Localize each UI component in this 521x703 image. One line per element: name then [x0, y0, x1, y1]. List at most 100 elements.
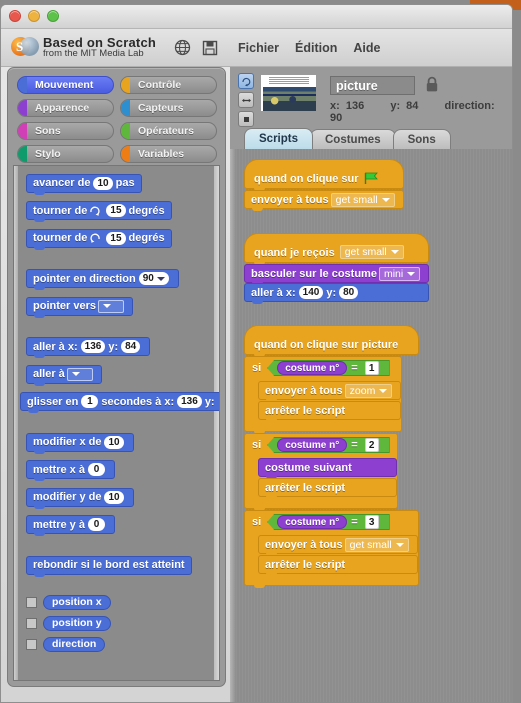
palette-block-aller-a[interactable]: aller à: [26, 364, 102, 386]
tab-scripts[interactable]: Scripts: [244, 128, 313, 149]
script-stack-when-receive-get-small[interactable]: quand je reçois get small basculer sur l…: [244, 233, 430, 304]
block-stop-script[interactable]: arrêter le script: [258, 555, 418, 576]
reporter-costume-number[interactable]: costume n°: [277, 515, 348, 529]
aller-a-dropdown[interactable]: [66, 367, 93, 381]
menu-edition[interactable]: Édition: [295, 41, 337, 55]
block-switch-to-costume[interactable]: basculer sur le costume mini: [244, 264, 430, 285]
save-disk-icon[interactable]: [198, 36, 222, 60]
rotation-style-buttons: [238, 73, 254, 127]
minimize-button[interactable]: [28, 10, 40, 22]
sprite-name-field[interactable]: picture: [330, 76, 415, 95]
block-next-costume[interactable]: costume suivant: [258, 458, 397, 479]
scripts-canvas[interactable]: quand on clique sur envoyer à tous get s…: [230, 149, 512, 702]
category-mouvement[interactable]: Mouvement: [17, 76, 114, 94]
block-text: quand on clique sur picture: [254, 339, 399, 351]
left-right-flip-icon[interactable]: [238, 92, 254, 108]
palette-block-modifier-x[interactable]: modifier x de 10: [26, 432, 134, 454]
reporter-position-y[interactable]: position y: [43, 615, 111, 631]
change-x-input[interactable]: 10: [104, 435, 124, 449]
category-controle[interactable]: Contrôle: [120, 76, 217, 94]
hat-when-sprite-clicked[interactable]: quand on clique sur picture: [244, 325, 419, 357]
goto-y-input[interactable]: 80: [339, 286, 359, 299]
rotate-all-around-icon[interactable]: [238, 73, 254, 89]
no-rotation-icon[interactable]: [238, 111, 254, 127]
glide-x-input[interactable]: 136: [177, 395, 202, 408]
turn-cw-value-input[interactable]: 15: [106, 204, 126, 217]
menu-aide[interactable]: Aide: [353, 41, 380, 55]
sprite-thumbnail[interactable]: [260, 74, 317, 112]
broadcast-dropdown[interactable]: zoom: [344, 383, 393, 398]
block-if-costume-1[interactable]: si costume n° = 1 envoyer à tous zoom ar…: [244, 356, 403, 434]
watcher-checkbox[interactable]: [26, 596, 37, 608]
reporter-costume-number[interactable]: costume n°: [277, 361, 348, 375]
palette-block-mettre-x[interactable]: mettre x à 0: [26, 460, 115, 481]
palette-block-glisser[interactable]: glisser en 1 secondes à x: 136 y:: [20, 392, 219, 413]
block-broadcast-get-small[interactable]: envoyer à tous get small: [244, 190, 404, 211]
equals-operator[interactable]: costume n° = 2: [267, 437, 390, 453]
watcher-checkbox[interactable]: [26, 638, 37, 650]
close-button[interactable]: [9, 10, 21, 22]
block-if-costume-3[interactable]: si costume n° = 3 envoyer à tous get sma…: [244, 510, 419, 588]
broadcast-dropdown[interactable]: get small: [330, 192, 395, 207]
tab-sons[interactable]: Sons: [392, 129, 451, 149]
category-swatch: [121, 77, 130, 93]
pointer-vers-dropdown[interactable]: [97, 299, 124, 313]
equals-operator[interactable]: costume n° = 3: [267, 514, 390, 530]
script-stack-green-flag[interactable]: quand on clique sur envoyer à tous get s…: [244, 159, 404, 211]
hat-when-i-receive-get-small[interactable]: quand je reçois get small: [244, 233, 430, 265]
reporter-costume-number[interactable]: costume n°: [277, 438, 348, 452]
goto-x-input[interactable]: 136: [80, 340, 106, 353]
direction-dropdown-value[interactable]: 90: [138, 272, 169, 285]
hat-when-green-flag-clicked[interactable]: quand on clique sur: [244, 159, 404, 191]
compare-value-input[interactable]: 1: [364, 361, 379, 375]
palette-block-modifier-y[interactable]: modifier y de 10: [26, 487, 134, 509]
set-y-input[interactable]: 0: [87, 518, 105, 531]
block-stop-script[interactable]: arrêter le script: [258, 478, 397, 499]
block-stop-script[interactable]: arrêter le script: [258, 401, 402, 422]
palette-block-tourner-antihoraire[interactable]: tourner de 15 degrés: [26, 228, 172, 250]
palette-scrollbar-left[interactable]: [14, 166, 18, 680]
compare-value-input[interactable]: 2: [364, 438, 379, 452]
receive-message-dropdown[interactable]: get small: [339, 245, 404, 259]
script-stack-when-sprite-clicked[interactable]: quand on clique sur picture si costume n…: [244, 325, 419, 588]
category-apparence[interactable]: Apparence: [17, 99, 114, 117]
broadcast-dropdown[interactable]: get small: [344, 537, 409, 552]
compare-value-input[interactable]: 3: [364, 515, 379, 529]
category-stylo[interactable]: Stylo: [17, 145, 114, 163]
avancer-value-input[interactable]: 10: [93, 176, 113, 190]
reporter-direction[interactable]: direction: [43, 636, 106, 652]
padlock-icon[interactable]: [425, 76, 439, 98]
block-broadcast-get-small[interactable]: envoyer à tous get small: [258, 535, 418, 556]
palette-block-avancer[interactable]: avancer de 10 pas: [26, 173, 142, 195]
palette-block-pointer-direction[interactable]: pointer en direction 90: [26, 269, 179, 290]
category-label: Capteurs: [138, 102, 184, 114]
reporter-position-x[interactable]: position x: [43, 594, 111, 610]
block-if-costume-2[interactable]: si costume n° = 2 costume suivant arrête…: [244, 433, 398, 511]
category-variables[interactable]: Variables: [120, 145, 217, 163]
watcher-checkbox[interactable]: [26, 617, 37, 629]
goto-x-input[interactable]: 140: [298, 286, 324, 299]
block-broadcast-zoom[interactable]: envoyer à tous zoom: [258, 381, 402, 402]
goto-y-input[interactable]: 84: [121, 340, 141, 353]
palette-block-rebondir[interactable]: rebondir si le bord est atteint: [26, 555, 192, 577]
glide-secs-input[interactable]: 1: [81, 395, 99, 408]
palette-block-aller-a-xy[interactable]: aller à x: 136 y: 84: [26, 337, 151, 358]
set-x-input[interactable]: 0: [87, 463, 105, 476]
turn-ccw-value-input[interactable]: 15: [106, 231, 126, 245]
zoom-button[interactable]: [47, 10, 59, 22]
tab-costumes[interactable]: Costumes: [310, 129, 396, 149]
palette-block-tourner-horaire[interactable]: tourner de 15 degrés: [26, 201, 172, 222]
category-operateurs[interactable]: Opérateurs: [120, 122, 217, 140]
block-goto-xy[interactable]: aller à x: 140 y: 80: [244, 283, 430, 304]
equals-operator[interactable]: costume n° = 1: [267, 360, 390, 376]
palette-block-pointer-vers[interactable]: pointer vers: [26, 296, 133, 318]
globe-icon[interactable]: [170, 36, 194, 60]
change-y-input[interactable]: 10: [104, 490, 124, 504]
block-text: costume suivant: [265, 461, 352, 474]
costume-dropdown[interactable]: mini: [378, 266, 421, 281]
menu-fichier[interactable]: Fichier: [238, 41, 279, 55]
category-sons[interactable]: Sons: [17, 122, 114, 140]
palette-block-mettre-y[interactable]: mettre y à 0: [26, 515, 115, 536]
category-capteurs[interactable]: Capteurs: [120, 99, 217, 117]
category-swatch: [18, 77, 27, 93]
